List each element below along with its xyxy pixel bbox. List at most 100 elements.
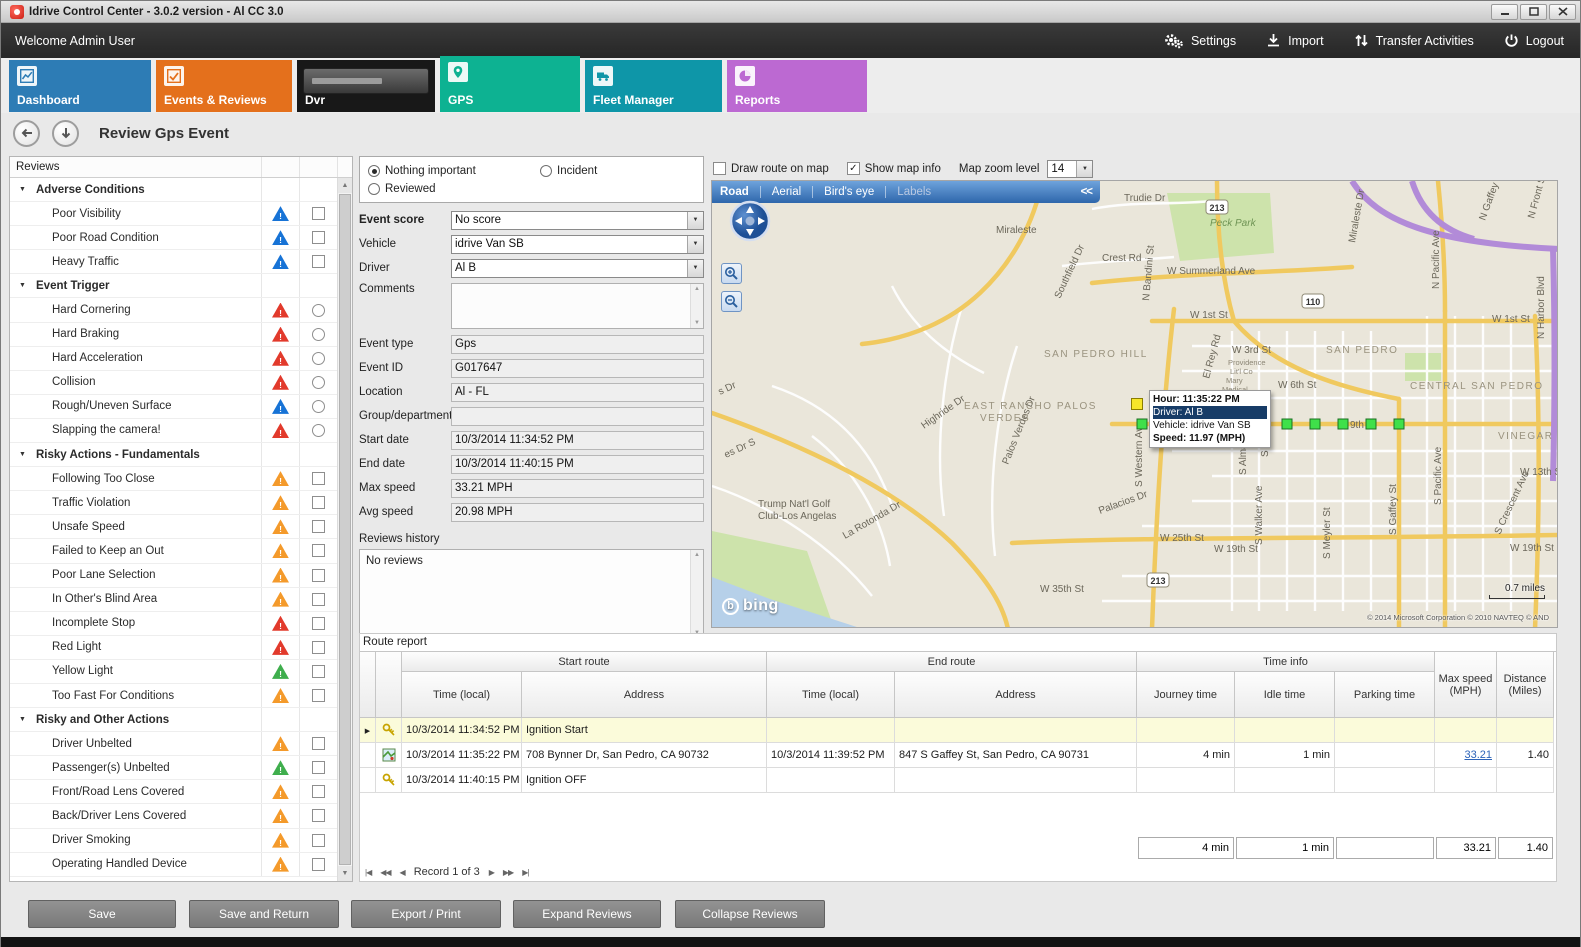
review-row[interactable]: In Other's Blind Area	[10, 588, 337, 612]
review-row[interactable]: Too Fast For Conditions	[10, 684, 337, 708]
review-row[interactable]: Risky and Other Actions	[10, 708, 337, 732]
review-row[interactable]: Hard Acceleration	[10, 347, 337, 371]
comments-textarea[interactable]: ▲▼	[451, 283, 704, 329]
status-incident-radio[interactable]: Incident	[540, 165, 597, 177]
review-row[interactable]: Event Trigger	[10, 274, 337, 298]
bing-map[interactable]: 213110213 Trudie DrMiralestePeck ParkCre…	[711, 180, 1558, 628]
review-row[interactable]: Operating Handled Device	[10, 853, 337, 877]
route-point-marker[interactable]	[1282, 419, 1292, 429]
review-toggle[interactable]	[312, 641, 325, 654]
review-toggle[interactable]	[312, 376, 325, 389]
review-row[interactable]: Slapping the camera!	[10, 419, 337, 443]
close-button[interactable]	[1549, 4, 1576, 20]
review-toggle[interactable]	[312, 424, 325, 437]
col-parking-time[interactable]: Parking time	[1335, 672, 1435, 718]
route-report-row[interactable]: 10/3/2014 11:35:22 PM 708 Bynner Dr, San…	[360, 743, 1556, 768]
expand-reviews-button[interactable]: Expand Reviews	[513, 900, 661, 928]
logout-button[interactable]: Logout	[1504, 33, 1564, 48]
review-toggle[interactable]	[312, 617, 325, 630]
export-print-button[interactable]: Export / Print	[351, 900, 501, 928]
col-group-end-route[interactable]: End route	[767, 652, 1137, 672]
review-toggle[interactable]	[312, 231, 325, 244]
review-row[interactable]: Adverse Conditions	[10, 178, 337, 202]
route-report-row[interactable]: 10/3/2014 11:34:52 PM Ignition Start	[360, 718, 1556, 743]
map-canvas[interactable]: 213110213 Trudie DrMiralestePeck ParkCre…	[712, 181, 1558, 628]
field-input[interactable]: G017647	[451, 359, 704, 378]
textarea-scrollbar[interactable]: ▲▼	[690, 284, 703, 328]
expander-icon[interactable]	[19, 443, 31, 466]
collapse-reviews-button[interactable]: Collapse Reviews	[675, 900, 825, 928]
field-select[interactable]: Al B ▼	[451, 259, 704, 278]
review-row[interactable]: Poor Visibility	[10, 202, 337, 226]
review-toggle[interactable]	[312, 761, 325, 774]
draw-route-checkbox[interactable]: Draw route on map	[713, 162, 829, 175]
review-row[interactable]: Incomplete Stop	[10, 612, 337, 636]
reviews-scrollbar[interactable]: ▲ ▼	[337, 178, 352, 881]
field-input[interactable]: 20.98 MPH	[451, 503, 704, 522]
col-journey-time[interactable]: Journey time	[1137, 672, 1235, 718]
scroll-down-icon[interactable]: ▼	[694, 320, 700, 326]
review-row[interactable]: Red Light	[10, 636, 337, 660]
review-toggle[interactable]	[312, 472, 325, 485]
review-row[interactable]: Poor Lane Selection	[10, 564, 337, 588]
review-row[interactable]: Rough/Uneven Surface	[10, 395, 337, 419]
chevron-down-icon[interactable]: ▼	[687, 212, 703, 229]
review-row[interactable]: Passenger(s) Unbelted	[10, 756, 337, 780]
scroll-up-icon[interactable]: ▲	[694, 552, 700, 558]
field-input[interactable]: 33.21 MPH	[451, 479, 704, 498]
review-toggle[interactable]	[312, 352, 325, 365]
route-point-marker[interactable]	[1366, 419, 1376, 429]
review-toggle[interactable]	[312, 520, 325, 533]
map-view-road-button[interactable]: Road	[720, 186, 749, 198]
review-row[interactable]: Yellow Light	[10, 660, 337, 684]
save-and-return-button[interactable]: Save and Return	[189, 900, 339, 928]
map-view-birdseye-button[interactable]: Bird's eye	[824, 186, 874, 198]
map-view-labels-button[interactable]: Labels	[897, 186, 931, 198]
field-input[interactable]: 10/3/2014 11:34:52 PM	[451, 431, 704, 450]
review-toggle[interactable]	[312, 665, 325, 678]
review-row[interactable]: Risky Actions - Fundamentals	[10, 443, 337, 467]
review-toggle[interactable]	[312, 544, 325, 557]
col-end-address[interactable]: Address	[895, 672, 1137, 718]
status-nothing-important-radio[interactable]: Nothing important	[368, 165, 476, 177]
col-start-address[interactable]: Address	[522, 672, 767, 718]
chevron-down-icon[interactable]: ▼	[687, 260, 703, 277]
col-group-time-info[interactable]: Time info	[1137, 652, 1435, 672]
review-row[interactable]: Unsafe Speed	[10, 515, 337, 539]
current-position-marker[interactable]	[1132, 399, 1143, 410]
review-toggle[interactable]	[312, 809, 325, 822]
review-row[interactable]: Front/Road Lens Covered	[10, 780, 337, 804]
chevron-down-icon[interactable]: ▼	[1076, 161, 1092, 177]
review-row[interactable]: Driver Smoking	[10, 829, 337, 853]
review-toggle[interactable]	[312, 328, 325, 341]
review-row[interactable]: Hard Braking	[10, 323, 337, 347]
chevron-down-icon[interactable]: ▼	[687, 236, 703, 253]
reviews-history-box[interactable]: No reviews ▲▼	[359, 549, 704, 639]
maximize-button[interactable]	[1520, 4, 1547, 20]
scroll-up-icon[interactable]: ▲	[694, 286, 700, 292]
review-toggle[interactable]	[312, 304, 325, 317]
history-scrollbar[interactable]: ▲▼	[690, 550, 703, 638]
map-compass-control[interactable]	[728, 199, 772, 243]
col-start-time[interactable]: Time (local)	[402, 672, 522, 718]
review-toggle[interactable]	[312, 834, 325, 847]
map-zoom-in-button[interactable]	[721, 263, 742, 284]
review-row[interactable]: Failed to Keep an Out	[10, 539, 337, 563]
show-map-info-checkbox[interactable]: Show map info	[847, 162, 941, 175]
scroll-down-icon[interactable]: ▼	[338, 866, 352, 881]
tab-dvr[interactable]: Dvr	[297, 60, 435, 112]
tab-reports[interactable]: Reports	[727, 60, 867, 112]
review-toggle[interactable]	[312, 255, 325, 268]
pager-next-icon[interactable]	[489, 868, 494, 877]
col-end-time[interactable]: Time (local)	[767, 672, 895, 718]
field-select[interactable]: idrive Van SB ▼	[451, 235, 704, 254]
map-toolbar-collapse-icon[interactable]: <<	[1081, 186, 1092, 198]
field-input[interactable]: Al - FL	[451, 383, 704, 402]
route-point-marker[interactable]	[1137, 419, 1147, 429]
route-report-row[interactable]: 10/3/2014 11:40:15 PM Ignition OFF	[360, 768, 1556, 793]
tab-events-reviews[interactable]: Events & Reviews	[156, 60, 292, 112]
review-row[interactable]: Heavy Traffic	[10, 250, 337, 274]
settings-button[interactable]: Settings	[1164, 33, 1236, 49]
map-zoom-level-select[interactable]: 14 ▼	[1047, 160, 1093, 178]
map-zoom-out-button[interactable]	[721, 291, 742, 312]
